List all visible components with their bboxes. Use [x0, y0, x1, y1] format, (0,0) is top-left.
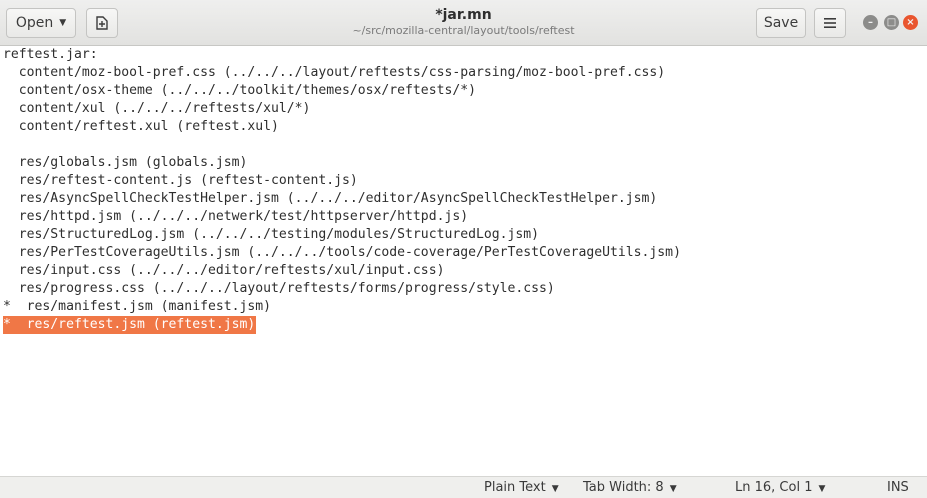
tab-width-selector[interactable]: Tab Width: 8 ▼ [583, 480, 677, 497]
editor-line: res/httpd.jsm (../../../netwerk/test/htt… [3, 209, 469, 224]
chevron-down-icon: ▼ [669, 484, 677, 494]
chevron-down-icon: ▼ [551, 484, 559, 494]
status-bar: Plain Text ▼ Tab Width: 8 ▼ Ln 16, Col 1 ▼ … [0, 476, 927, 498]
close-button[interactable]: × [903, 15, 918, 30]
editor-line: res/progress.css (../../../layout/reftes… [3, 281, 555, 296]
open-button-label: Open [15, 15, 54, 31]
chevron-down-icon: ▼ [59, 18, 67, 28]
language-selector[interactable]: Plain Text ▼ [484, 480, 559, 497]
language-label: Plain Text [484, 480, 546, 495]
editor-line: res/globals.jsm (globals.jsm) [3, 155, 248, 170]
editor-line-selected: * res/reftest.jsm (reftest.jsm) [3, 316, 257, 334]
editor-line: res/input.css (../../../editor/reftests/… [3, 263, 445, 278]
new-document-icon [96, 16, 108, 30]
text-editor[interactable]: reftest.jar: content/moz-bool-pref.css (… [0, 46, 927, 476]
editor-line: content/xul (../../../reftests/xul/*) [3, 101, 311, 116]
cursor-position[interactable]: Ln 16, Col 1 ▼ [735, 480, 825, 497]
close-icon: × [906, 17, 915, 28]
open-button[interactable]: Open ▼ [6, 8, 76, 38]
chevron-down-icon: ▼ [818, 484, 826, 494]
insert-mode: INS [887, 480, 909, 495]
maximize-icon: □ [886, 17, 897, 28]
editor-line: res/AsyncSpellCheckTestHelper.jsm (../..… [3, 191, 658, 206]
editor-line: content/reftest.xul (reftest.xul) [3, 119, 279, 134]
editor-line: res/StructuredLog.jsm (../../../testing/… [3, 227, 540, 242]
menu-button[interactable] [814, 8, 846, 38]
minimize-button[interactable]: – [863, 15, 878, 30]
save-button[interactable]: Save [756, 8, 806, 38]
editor-line: reftest.jar: [3, 47, 98, 62]
editor-line: res/reftest-content.js (reftest-content.… [3, 173, 358, 188]
editor-line: * res/manifest.jsm (manifest.jsm) [3, 299, 272, 314]
tab-width-label: Tab Width: 8 [583, 480, 664, 495]
editor-line: content/osx-theme (../../../toolkit/them… [3, 83, 476, 98]
new-document-button[interactable] [86, 8, 118, 38]
cursor-position-label: Ln 16, Col 1 [735, 480, 813, 495]
minimize-icon: – [868, 17, 873, 28]
header-bar: Open ▼ *jar.mn ~/src/mozilla-central/lay… [0, 0, 927, 46]
hamburger-menu-icon [824, 18, 836, 28]
maximize-button[interactable]: □ [884, 15, 899, 30]
editor-line: content/moz-bool-pref.css (../../../layo… [3, 65, 666, 80]
editor-line: res/PerTestCoverageUtils.jsm (../../../t… [3, 245, 681, 260]
